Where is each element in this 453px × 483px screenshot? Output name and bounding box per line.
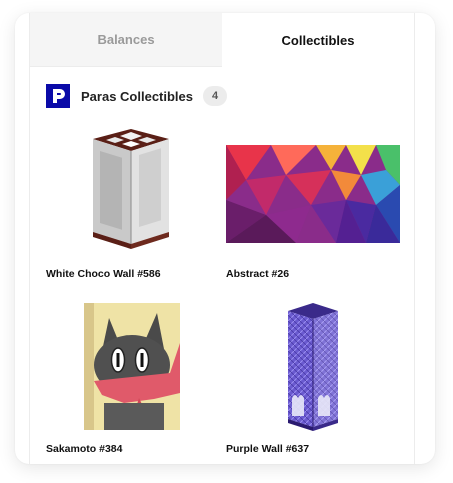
- collection-count-badge: 4: [203, 86, 227, 106]
- collectible-image-abstract: [226, 145, 400, 248]
- collection-title: Paras Collectibles: [81, 88, 193, 104]
- collectible-name: Purple Wall #637: [226, 443, 310, 455]
- collectible-image-purple-wall: [288, 303, 338, 436]
- collectible-card[interactable]: White Choco Wall #586: [46, 129, 221, 280]
- collectible-card[interactable]: Sakamoto #384: [46, 303, 221, 455]
- collectible-name: White Choco Wall #586: [46, 268, 161, 280]
- tab-balances[interactable]: Balances: [30, 13, 222, 67]
- collectible-name: Abstract #26: [226, 268, 290, 280]
- collectible-image-sakamoto: [84, 303, 180, 435]
- collectible-image-white-choco-wall: [91, 129, 171, 254]
- collectibles-panel: Balances Collectibles Paras Collectibles…: [15, 13, 435, 464]
- tab-bar: Balances Collectibles: [30, 13, 414, 67]
- collectible-card[interactable]: Abstract #26: [226, 145, 401, 280]
- tab-collectibles[interactable]: Collectibles: [222, 13, 414, 67]
- panel-content: Balances Collectibles Paras Collectibles…: [29, 13, 415, 464]
- collectible-name: Sakamoto #384: [46, 443, 123, 455]
- collection-header: Paras Collectibles 4: [46, 83, 227, 109]
- paras-logo-icon: [46, 84, 70, 108]
- collectible-card[interactable]: Purple Wall #637: [226, 303, 401, 455]
